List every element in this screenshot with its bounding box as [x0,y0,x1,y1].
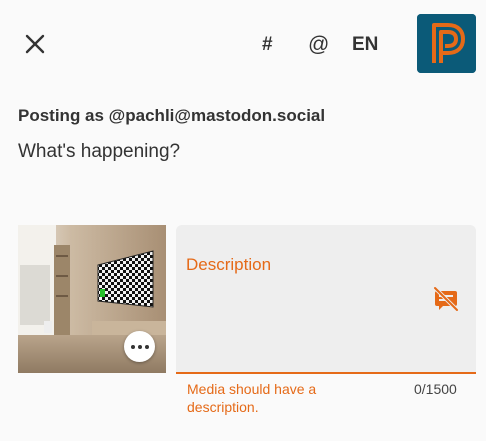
avatar[interactable] [417,14,476,73]
character-counter: 0/1500 [414,381,457,397]
more-options-dot [144,344,149,349]
posting-as-label: Posting as @pachli@mastodon.social [18,106,326,125]
more-options-button[interactable] [124,331,155,362]
more-options-dot [130,344,135,349]
missing-description-icon [432,285,460,313]
description-label: Description [186,255,272,274]
language-button[interactable]: EN [352,34,378,56]
close-icon[interactable] [22,31,48,57]
media-description-field[interactable]: Description [176,225,476,374]
more-options-dot [137,344,142,349]
compose-text-input[interactable]: What's happening? [18,141,180,163]
top-bar: # @ EN [0,0,486,90]
description-helper-text: Media should have a description. [187,381,317,415]
mention-button[interactable]: @ [308,34,329,56]
hashtag-button[interactable]: # [262,34,273,56]
